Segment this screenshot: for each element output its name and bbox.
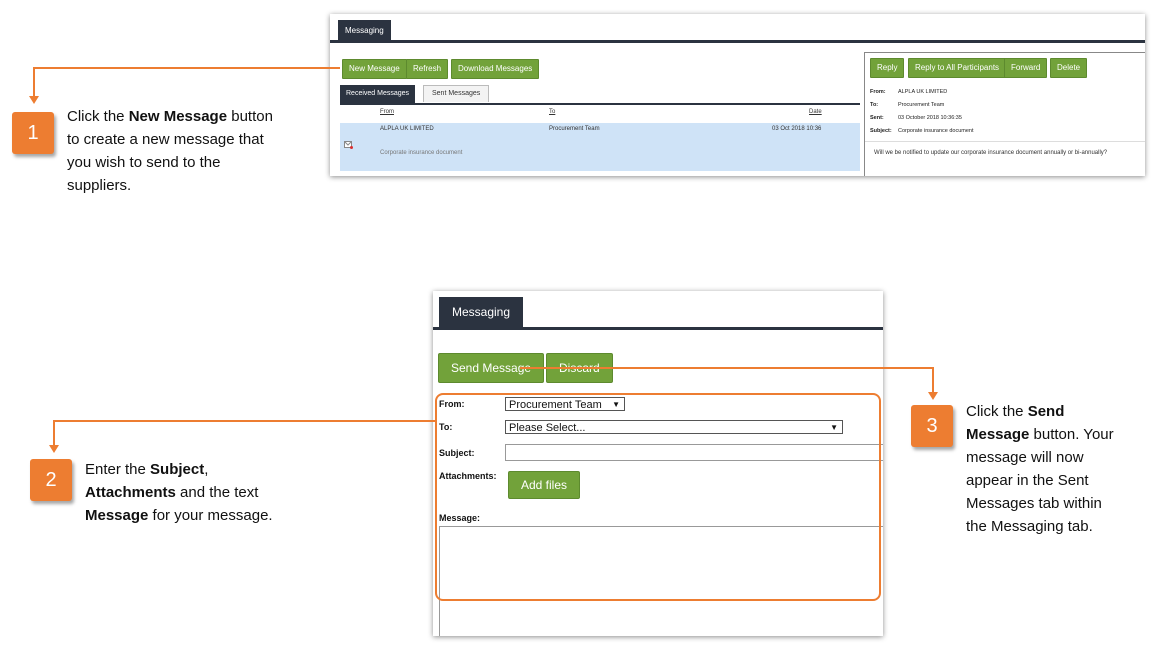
arrow-down-icon [29, 96, 39, 104]
step-1-badge: 1 [12, 112, 54, 154]
step-2-badge: 2 [30, 459, 72, 501]
step-2-instruction: Enter the Subject, Attachments and the te… [85, 461, 273, 524]
row-from: ALPLA UK LIMITED [380, 126, 434, 132]
tab-bar: Messaging [433, 291, 883, 330]
table-row[interactable]: ALPLA UK LIMITED Procurement Team 03 Oct… [340, 123, 860, 171]
detail-sent: Sent: 03 October 2018 10:36:35 [870, 115, 962, 121]
column-header-from[interactable]: From [380, 109, 394, 115]
connector-line [53, 420, 435, 422]
row-subject: Corporate insurance document [380, 150, 463, 156]
column-header-to[interactable]: To [549, 109, 555, 115]
detail-body: Will we be notified to update our corpor… [874, 150, 1108, 156]
connector-line [520, 367, 934, 369]
step-3-badge: 3 [911, 405, 953, 447]
tab-bar: Messaging [330, 14, 1145, 43]
detail-from: From: ALPLA UK LIMITED [870, 89, 948, 95]
connector-line [33, 67, 35, 97]
row-to: Procurement Team [549, 126, 600, 132]
row-date: 03 Oct 2018 10:36 [772, 126, 822, 132]
tab-sent-messages[interactable]: Sent Messages [423, 85, 490, 102]
reply-all-button[interactable]: Reply to All Participants [908, 58, 1007, 78]
message-detail-panel: Reply Reply to All Participants Forward … [864, 52, 1145, 176]
step-1-instruction: Click the New Message button to create a… [67, 108, 273, 194]
form-highlight-box [435, 393, 881, 601]
connector-line [932, 367, 934, 393]
forward-button[interactable]: Forward [1004, 58, 1048, 78]
new-message-button[interactable]: New Message [342, 59, 407, 79]
tab-messaging[interactable]: Messaging [439, 297, 524, 327]
unread-envelope-icon [344, 141, 353, 151]
message-subtabs: Received Messages Sent Messages [340, 83, 860, 105]
tab-received-messages[interactable]: Received Messages [340, 85, 416, 103]
refresh-button[interactable]: Refresh [406, 59, 449, 79]
connector-line [53, 420, 55, 446]
delete-button[interactable]: Delete [1050, 58, 1088, 78]
divider [865, 141, 1145, 142]
messages-table: From To Date ALPLA UK LIMITED Procuremen… [340, 105, 860, 171]
arrow-down-icon [928, 392, 938, 400]
detail-to: To: Procurement Team [870, 102, 945, 108]
detail-subject: Subject: Corporate insurance document [870, 128, 974, 134]
reply-button[interactable]: Reply [870, 58, 905, 78]
connector-line [33, 67, 340, 69]
step-3-instruction: Click the Send Message button. Your mess… [966, 403, 1114, 535]
messaging-screenshot-inbox: Messaging New Message Refresh Download M… [330, 14, 1145, 176]
tab-messaging[interactable]: Messaging [338, 20, 391, 40]
column-header-date[interactable]: Date [809, 109, 822, 115]
download-messages-button[interactable]: Download Messages [451, 59, 540, 79]
arrow-down-icon [49, 445, 59, 453]
